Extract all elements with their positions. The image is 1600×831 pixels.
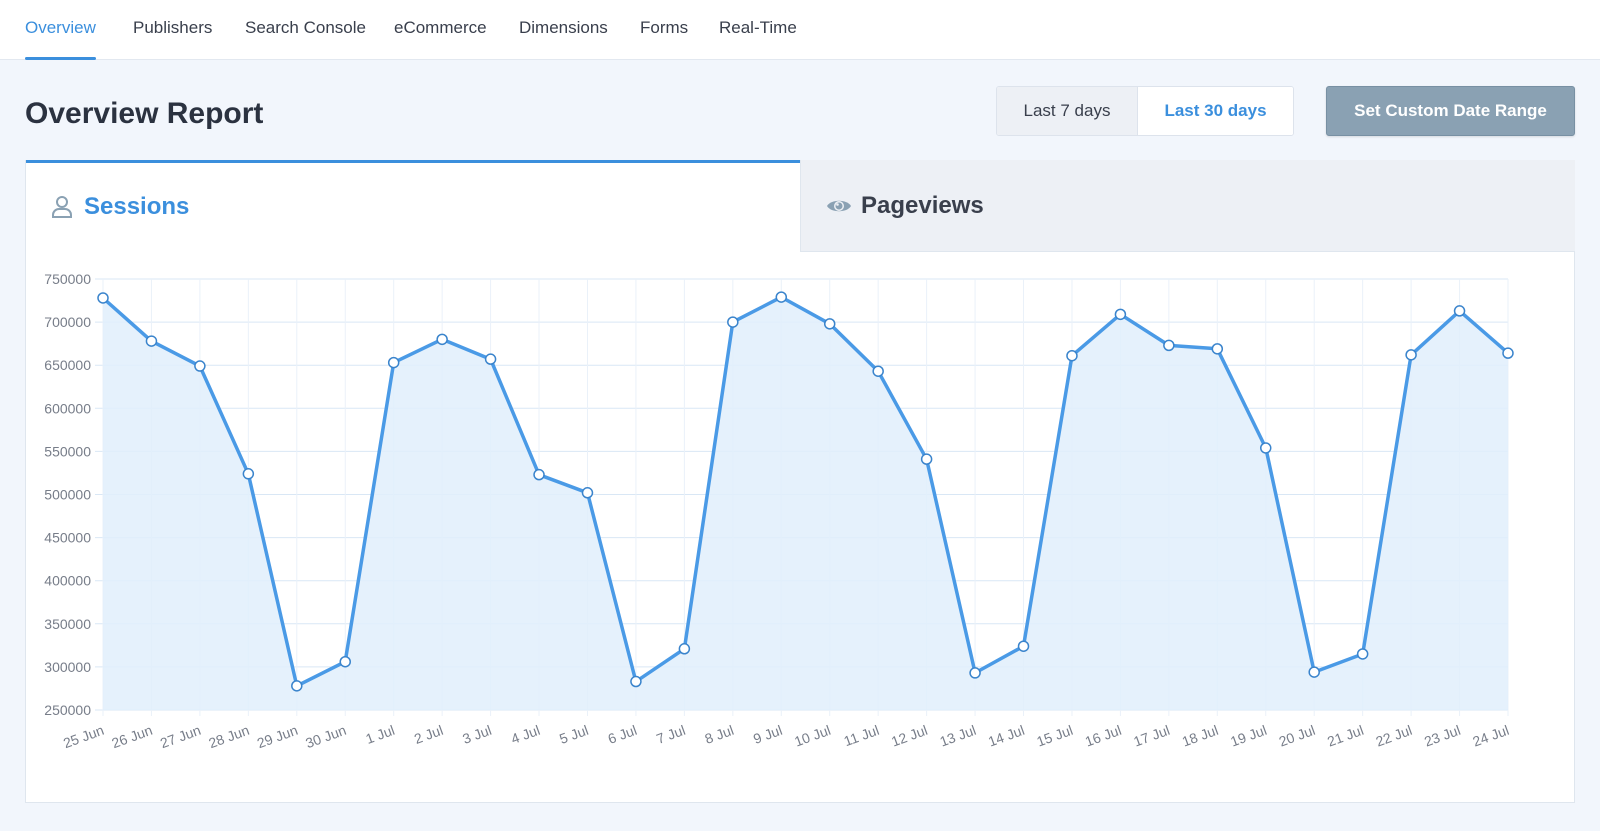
y-tick-label: 750000 bbox=[44, 271, 91, 287]
x-tick-label: 23 Jul bbox=[1422, 722, 1463, 750]
data-point[interactable] bbox=[339, 655, 351, 668]
data-point[interactable] bbox=[1211, 343, 1224, 355]
x-tick-label: 7 Jul bbox=[654, 722, 687, 747]
data-point[interactable] bbox=[1453, 305, 1466, 317]
data-point[interactable] bbox=[194, 360, 206, 372]
x-tick-label: 5 Jul bbox=[557, 722, 590, 747]
data-point[interactable] bbox=[242, 468, 255, 480]
y-tick-label: 350000 bbox=[44, 616, 91, 632]
x-tick-label: 9 Jul bbox=[751, 722, 784, 747]
data-point[interactable] bbox=[630, 675, 642, 688]
x-tick-label: 20 Jul bbox=[1277, 722, 1318, 750]
y-tick-label: 550000 bbox=[44, 443, 91, 459]
x-tick-label: 3 Jul bbox=[460, 722, 493, 747]
data-point[interactable] bbox=[678, 643, 691, 655]
y-tick-label: 700000 bbox=[44, 314, 91, 330]
y-tick-label: 400000 bbox=[44, 573, 91, 589]
data-point[interactable] bbox=[969, 667, 981, 679]
x-tick-label: 13 Jul bbox=[938, 722, 979, 750]
x-tick-label: 10 Jul bbox=[792, 722, 833, 750]
area-fill bbox=[103, 297, 1508, 710]
x-tick-label: 4 Jul bbox=[509, 722, 542, 747]
data-point[interactable] bbox=[1502, 347, 1514, 359]
x-tick-label: 2 Jul bbox=[412, 722, 445, 747]
data-point[interactable] bbox=[1405, 349, 1417, 361]
x-tick-label: 18 Jul bbox=[1180, 722, 1221, 750]
y-tick-label: 500000 bbox=[44, 487, 91, 503]
x-tick-label: 17 Jul bbox=[1131, 722, 1172, 750]
x-tick-label: 11 Jul bbox=[842, 722, 882, 749]
data-point[interactable] bbox=[1017, 640, 1030, 652]
data-point[interactable] bbox=[145, 335, 158, 347]
data-point[interactable] bbox=[581, 487, 594, 499]
x-tick-label: 21 Jul bbox=[1325, 722, 1366, 750]
y-tick-label: 650000 bbox=[44, 357, 91, 373]
data-point[interactable] bbox=[97, 292, 109, 304]
data-point[interactable] bbox=[1163, 339, 1175, 352]
x-tick-label: 25 Jun bbox=[61, 722, 106, 751]
data-point[interactable] bbox=[775, 291, 788, 303]
x-tick-label: 29 Jun bbox=[255, 722, 300, 751]
data-point[interactable] bbox=[1356, 648, 1369, 660]
y-tick-label: 600000 bbox=[44, 400, 91, 416]
x-tick-label: 16 Jul bbox=[1083, 722, 1124, 750]
x-tick-label: 19 Jul bbox=[1228, 722, 1269, 750]
data-point[interactable] bbox=[1260, 442, 1272, 454]
data-point[interactable] bbox=[1114, 308, 1127, 321]
data-point[interactable] bbox=[436, 333, 448, 346]
data-point[interactable] bbox=[823, 318, 836, 330]
x-tick-label: 14 Jul bbox=[986, 722, 1027, 750]
data-point[interactable] bbox=[872, 365, 884, 377]
x-tick-label: 15 Jul bbox=[1034, 722, 1075, 750]
data-point[interactable] bbox=[291, 680, 303, 692]
data-point[interactable] bbox=[1066, 349, 1078, 362]
data-point[interactable] bbox=[484, 353, 497, 365]
x-tick-label: 26 Jun bbox=[109, 722, 154, 751]
x-tick-label: 24 Jul bbox=[1470, 722, 1511, 750]
sessions-chart: 250000 300000 350000 400000 450000 500000 5500… bbox=[44, 271, 1514, 751]
data-point[interactable] bbox=[1308, 666, 1320, 678]
x-tick-label: 27 Jun bbox=[158, 722, 203, 751]
data-point[interactable] bbox=[727, 316, 739, 328]
x-tick-label: 12 Jul bbox=[889, 722, 930, 750]
x-tick-label: 22 Jul bbox=[1374, 722, 1415, 750]
data-point[interactable] bbox=[920, 453, 933, 465]
y-tick-label: 300000 bbox=[44, 659, 91, 675]
x-tick-label: 30 Jun bbox=[303, 722, 348, 751]
y-tick-label: 250000 bbox=[44, 702, 91, 718]
data-point[interactable] bbox=[533, 468, 545, 481]
x-tick-label: 1 Jul bbox=[363, 722, 396, 747]
x-tick-label: 6 Jul bbox=[606, 722, 639, 747]
x-tick-label: 28 Jun bbox=[206, 722, 251, 751]
data-point[interactable] bbox=[387, 356, 400, 369]
x-tick-label: 8 Jul bbox=[703, 722, 736, 747]
y-tick-label: 450000 bbox=[44, 530, 91, 546]
